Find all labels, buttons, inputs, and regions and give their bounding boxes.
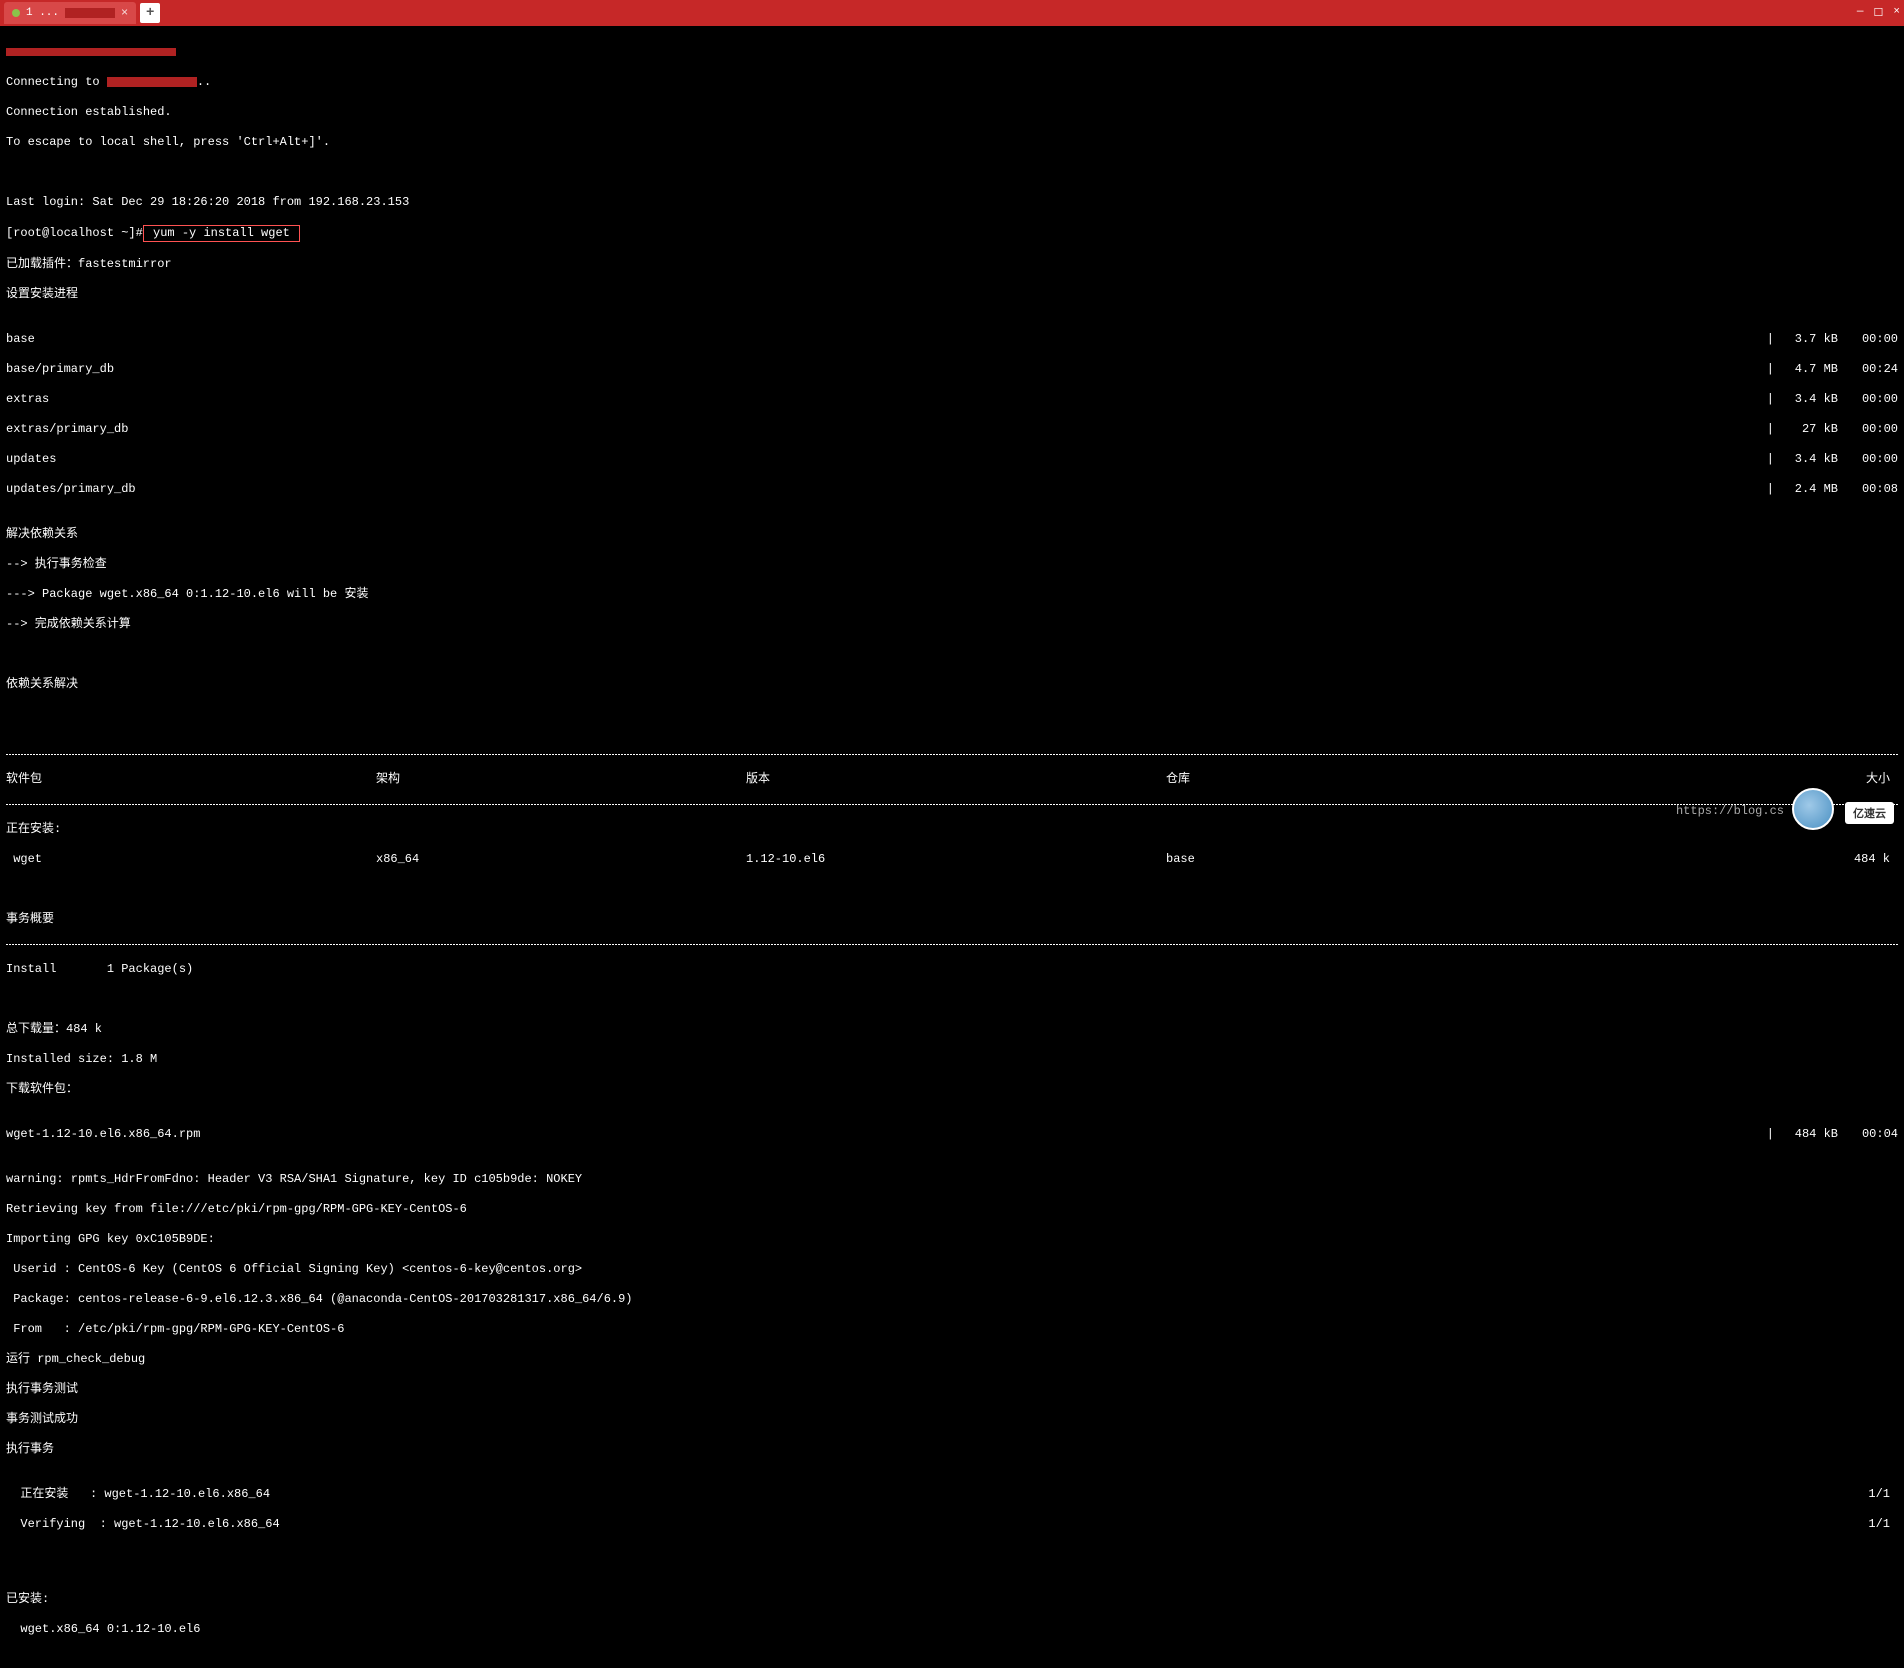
- add-tab-button[interactable]: +: [140, 3, 160, 23]
- repo-row: base |3.7 kB00:00: [6, 332, 1898, 347]
- separator-icon: [6, 804, 1898, 805]
- line-resolve: --> 执行事务检查: [6, 557, 1898, 572]
- tab-title: 1 ...: [26, 7, 59, 19]
- watermark-url: https://blog.cs: [1676, 804, 1784, 818]
- progress-row: Verifying : wget-1.12-10.el6.x86_64 1/1: [6, 1517, 1898, 1532]
- line-summary: 事务概要: [6, 912, 1898, 927]
- line-txnok: 事务测试成功: [6, 1412, 1898, 1427]
- line-resolved: 依赖关系解决: [6, 677, 1898, 692]
- repo-row: updates/primary_db |2.4 MB00:08: [6, 482, 1898, 497]
- brand-logo: 亿速云: [1845, 802, 1894, 824]
- line-txntest: 执行事务测试: [6, 1382, 1898, 1397]
- line-setup: 设置安装进程: [6, 287, 1898, 302]
- line-resolve: ---> Package wget.x86_64 0:1.12-10.el6 w…: [6, 587, 1898, 602]
- line-installed-pkg: wget.x86_64 0:1.12-10.el6: [6, 1622, 1898, 1637]
- close-tab-button[interactable]: ×: [121, 6, 128, 20]
- th-repo: 仓库: [1166, 772, 1526, 787]
- line-package: Package: centos-release-6-9.el6.12.3.x86…: [6, 1292, 1898, 1307]
- line-connected: Connection established.: [6, 105, 1898, 120]
- line-installing: 正在安装:: [6, 822, 1898, 837]
- terminal-output[interactable]: Connecting to .. Connection established.…: [0, 26, 1904, 1668]
- line-lastlogin: Last login: Sat Dec 29 18:26:20 2018 fro…: [6, 195, 1898, 210]
- line-from: From : /etc/pki/rpm-gpg/RPM-GPG-KEY-Cent…: [6, 1322, 1898, 1337]
- line-installedsize: Installed size: 1.8 M: [6, 1052, 1898, 1067]
- repo-row: base/primary_db |4.7 MB00:24: [6, 362, 1898, 377]
- line-blank: [6, 1652, 1898, 1667]
- separator-icon: [6, 944, 1898, 945]
- tab-bar: 1 ... × + — ☐ ×: [0, 0, 1904, 26]
- repo-row: updates |3.4 kB00:00: [6, 452, 1898, 467]
- line-totaldl: 总下载量：484 k: [6, 1022, 1898, 1037]
- repo-row: extras/primary_db |27 kB00:00: [6, 422, 1898, 437]
- line-blank: [6, 1562, 1898, 1577]
- terminal-tab[interactable]: 1 ... ×: [4, 2, 136, 24]
- separator-icon: [6, 754, 1898, 755]
- line-retrieve: Retrieving key from file:///etc/pki/rpm-…: [6, 1202, 1898, 1217]
- th-size: 大小: [1526, 772, 1898, 787]
- line-txnrun: 执行事务: [6, 1442, 1898, 1457]
- line-blank: [6, 165, 1898, 180]
- minimize-button[interactable]: —: [1857, 6, 1864, 20]
- line-installed: 已安装:: [6, 1592, 1898, 1607]
- progress-row: 正在安装 : wget-1.12-10.el6.x86_64 1/1: [6, 1487, 1898, 1502]
- table-row: wget x86_64 1.12-10.el6 base 484 k: [6, 852, 1898, 867]
- avatar-icon: [1792, 788, 1834, 830]
- line-blank: [6, 707, 1898, 722]
- line-blank: [6, 882, 1898, 897]
- window-controls: — ☐ ×: [1857, 6, 1900, 20]
- maximize-button[interactable]: ☐: [1874, 6, 1884, 20]
- line-dlpkg: 下载软件包：: [6, 1082, 1898, 1097]
- line-blank: [6, 647, 1898, 662]
- line-userid: Userid : CentOS-6 Key (CentOS 6 Official…: [6, 1262, 1898, 1277]
- line-redact: [6, 45, 1898, 60]
- line-warning: warning: rpmts_HdrFromFdno: Header V3 RS…: [6, 1172, 1898, 1187]
- close-window-button[interactable]: ×: [1893, 6, 1900, 20]
- line-resolve: --> 完成依赖关系计算: [6, 617, 1898, 632]
- th-package: 软件包: [6, 772, 376, 787]
- line-escape: To escape to local shell, press 'Ctrl+Al…: [6, 135, 1898, 150]
- download-row: wget-1.12-10.el6.x86_64.rpm |484 kB00:04: [6, 1127, 1898, 1142]
- line-loaded: 已加载插件：fastestmirror: [6, 257, 1898, 272]
- line-import: Importing GPG key 0xC105B9DE:: [6, 1232, 1898, 1247]
- repo-row: extras |3.4 kB00:00: [6, 392, 1898, 407]
- table-header: 软件包 架构 版本 仓库 大小: [6, 772, 1898, 787]
- line-rpmcheck: 运行 rpm_check_debug: [6, 1352, 1898, 1367]
- line-resolve: 解决依赖关系: [6, 527, 1898, 542]
- line-install-count: Install 1 Package(s): [6, 962, 1898, 977]
- line-prompt: [root@localhost ~]# yum -y install wget: [6, 225, 1898, 242]
- th-arch: 架构: [376, 772, 746, 787]
- th-version: 版本: [746, 772, 1166, 787]
- line-connecting: Connecting to ..: [6, 75, 1898, 90]
- command-highlight: yum -y install wget: [143, 225, 300, 242]
- status-dot-icon: [12, 9, 20, 17]
- redact-icon: [65, 8, 115, 18]
- line-blank: [6, 992, 1898, 1007]
